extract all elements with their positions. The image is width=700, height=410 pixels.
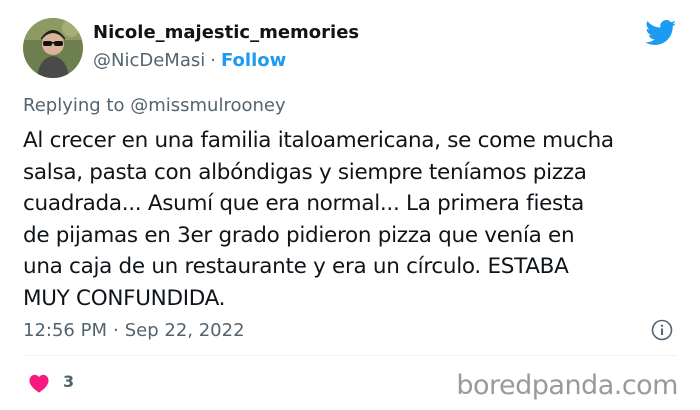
user-handle[interactable]: @NicDeMasi [93,50,205,71]
info-icon[interactable] [651,319,673,341]
twitter-bird-icon[interactable] [645,20,677,46]
tweet-timestamp[interactable]: 12:56 PM · Sep 22, 2022 [23,320,245,341]
handle-row: @NicDeMasi · Follow [93,50,286,71]
replying-prefix: Replying to [23,95,125,116]
tweet-time[interactable]: 12:56 PM [23,320,107,341]
reply-mention-link[interactable]: @missmulrooney [130,95,285,116]
separator-dot: · [210,50,216,71]
tweet-date[interactable]: Sep 22, 2022 [125,320,245,341]
watermark-logo: boredpanda.com [456,370,678,401]
display-name[interactable]: Nicole_majestic_memories [93,22,359,43]
heart-icon[interactable] [28,373,50,393]
tweet-text: Al crecer en una familia italoamericana,… [23,128,614,311]
divider [23,355,677,356]
like-count[interactable]: 3 [63,372,74,391]
follow-button[interactable]: Follow [221,50,286,71]
replying-to: Replying to @missmulrooney [23,95,286,116]
meta-separator-dot: · [112,320,119,341]
avatar[interactable] [23,18,83,78]
